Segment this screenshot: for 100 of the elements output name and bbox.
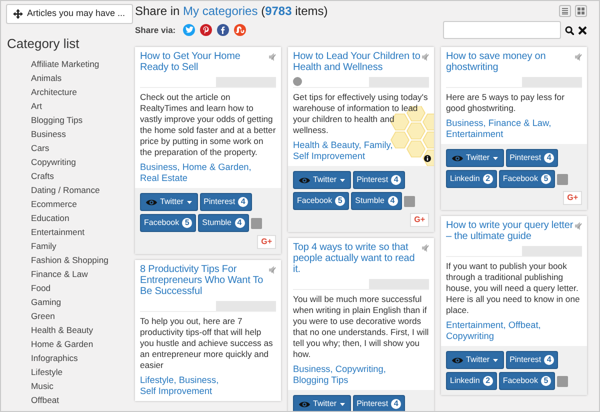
category-tag-link[interactable]: Entertainment, [446,320,506,330]
share-count-button[interactable]: Stumble 4 [351,192,402,210]
google-plus-button[interactable]: G+ [410,213,429,227]
article-summary: You will be much more successful when writing in plain English than if you were to use decorative words that no one understands. First, I will tell you why; then, I will show you how. [293,294,429,360]
category-item[interactable]: Food [31,281,135,295]
category-tag-link[interactable]: Family, [364,140,393,150]
share-count-button[interactable]: Facebook 5 [498,170,555,188]
mute-icon[interactable] [268,265,277,274]
share-count-button[interactable]: Pinterest 4 [200,193,252,211]
category-item[interactable]: Animals [31,71,135,85]
share-count-button[interactable]: Linkedin 2 [446,170,497,188]
share-count-button[interactable]: Facebook 5 [293,192,350,210]
mute-icon[interactable] [574,52,583,61]
category-item[interactable]: Infographics [31,351,135,365]
category-item[interactable]: Green [31,309,135,323]
pinterest-icon[interactable] [200,24,212,36]
caret-icon [340,402,345,406]
share-count-button[interactable]: Pinterest 4 [352,171,406,189]
google-plus-button[interactable]: G+ [563,191,582,205]
category-tag-link[interactable]: Business, [178,375,219,385]
category-item[interactable]: Ecommerce [31,197,135,211]
category-item[interactable]: Music [31,379,135,393]
category-item[interactable]: Crafts [31,169,135,183]
search-field[interactable] [443,21,561,39]
categories-link[interactable]: My categories [183,4,258,18]
article-title[interactable]: How to Get Your Home Ready to Sell [140,51,276,73]
square-icon[interactable] [556,174,568,184]
category-item[interactable]: Family [31,239,135,253]
caret-icon [340,178,345,182]
mute-icon[interactable] [421,52,430,61]
grid-view-icon[interactable] [575,5,587,17]
share-count-button[interactable]: Pinterest 4 [506,351,558,369]
category-item[interactable]: Fashion & Shopping [31,253,135,267]
share-count-button[interactable]: Facebook 5 [140,214,196,232]
square-icon[interactable] [556,376,568,386]
mute-icon[interactable] [574,221,583,230]
category-tag-link[interactable]: Blogging Tips [293,375,348,385]
share-via-label: Share via: [135,24,176,36]
twitter-dropdown-button[interactable]: Twitter [293,395,351,411]
category-item[interactable]: Blogging Tips [31,113,135,127]
share-count-button[interactable]: Linkedin 2 [446,372,497,390]
share-count-button[interactable]: Facebook 5 [498,372,555,390]
mute-icon[interactable] [421,243,430,252]
category-item[interactable]: Education [31,211,135,225]
category-tag-link[interactable]: Finance & Law, [488,118,552,128]
list-view-icon[interactable] [559,5,571,17]
article-title[interactable]: Top 4 ways to write so that people actually want to read it. [293,242,429,275]
twitter-icon[interactable] [182,24,195,36]
twitter-dropdown-button[interactable]: Twitter [140,193,198,211]
article-summary: Check out the article on RealtyTimes and learn how to vastly improve your odds of getting the home sold faster and at a better price by putting in some work on the preparation of the property. [140,92,276,158]
category-tag-link[interactable]: Health & Beauty, [293,140,362,150]
category-item[interactable]: Art [31,99,135,113]
mute-icon[interactable] [268,52,277,61]
category-item[interactable]: Affiliate Marketing [31,57,135,71]
category-item[interactable]: Lifestyle [31,365,135,379]
category-tag-link[interactable]: Offbeat, [508,320,541,330]
article-title[interactable]: How to save money on ghostwriting [446,51,582,73]
category-tag-link[interactable]: Copywriting, [335,364,386,374]
google-plus-button[interactable]: G+ [257,235,276,249]
info-icon[interactable] [424,155,431,162]
category-item[interactable]: Home & Garden [31,337,135,351]
category-item[interactable]: Finance & Law [31,267,135,281]
category-item[interactable]: Gaming [31,295,135,309]
category-tag-link[interactable]: Real Estate [140,173,188,183]
category-item[interactable]: Business [31,127,135,141]
category-tag-link[interactable]: Self Improvement [140,386,212,396]
caret-icon [492,156,498,160]
category-item[interactable]: Dating / Romance [31,183,135,197]
category-tag-link[interactable]: Business, [446,118,486,128]
articles-button[interactable]: Articles you may have ... [6,4,133,24]
category-tag-link[interactable]: Entertainment [446,129,504,139]
category-tag-link[interactable]: Business, [293,364,333,374]
share-count-button[interactable]: Pinterest 4 [352,395,406,411]
category-tag-link[interactable]: Self Improvement [293,151,365,161]
facebook-icon[interactable] [216,24,229,36]
category-item[interactable]: Entertainment [31,225,135,239]
square-icon[interactable] [404,196,414,206]
article-title[interactable]: How to Lead Your Children to Health and Wellness [293,51,429,73]
category-item[interactable]: Offbeat [31,393,135,407]
twitter-dropdown-button[interactable]: Twitter [446,351,504,369]
category-item[interactable]: Health & Beauty [31,323,135,337]
stumbleupon-icon[interactable] [234,24,246,36]
category-item[interactable]: Copywriting [31,155,135,169]
square-icon[interactable] [250,218,262,228]
category-item[interactable]: Cars [31,141,135,155]
category-item[interactable]: Architecture [31,85,135,99]
category-tag-link[interactable]: Lifestyle, [140,375,176,385]
count-link[interactable]: 9783 [265,4,292,18]
share-count-button[interactable]: Pinterest 4 [506,149,558,167]
share-count-button[interactable]: Stumble 4 [198,214,248,232]
category-tag-link[interactable]: Business, [140,162,180,172]
search-icon[interactable] [565,26,574,34]
twitter-dropdown-button[interactable]: Twitter [446,149,504,167]
twitter-dropdown-button[interactable]: Twitter [293,171,351,189]
move-icon [13,9,23,19]
category-tag-link[interactable]: Home & Garden, [182,162,252,172]
close-icon[interactable] [578,26,587,34]
article-title[interactable]: 8 Productivity Tips For Entrepreneurs Who Want To Be Successful [140,264,276,297]
article-title[interactable]: How to write your query letter – the ultimate guide [446,220,582,242]
category-tag-link[interactable]: Copywriting [446,331,494,341]
